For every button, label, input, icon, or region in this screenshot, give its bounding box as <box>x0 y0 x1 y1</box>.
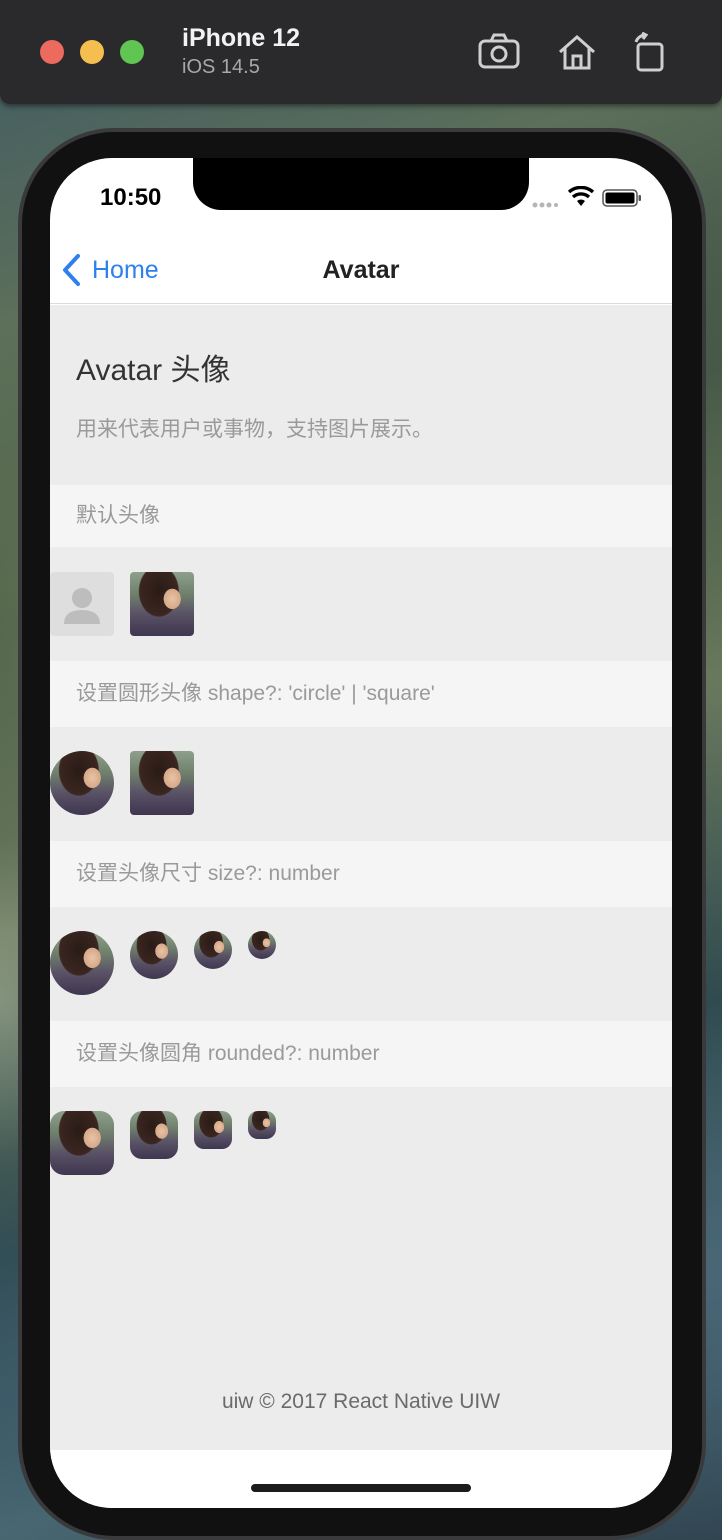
status-indicators <box>530 186 650 210</box>
avatar-rounded-large <box>50 1111 114 1175</box>
avatar-size-small <box>194 931 232 969</box>
simulator-os-version: iOS 14.5 <box>182 56 260 78</box>
page-description: 用来代表用户或事物，支持图片展示。 <box>76 418 433 441</box>
close-window-button[interactable] <box>40 40 64 64</box>
avatar-rounded-tiny <box>248 1111 276 1139</box>
avatar-row-size <box>50 907 672 1021</box>
minimize-window-button[interactable] <box>80 40 104 64</box>
avatar-circle <box>50 751 114 815</box>
home-icon[interactable] <box>555 32 599 72</box>
avatar-demo-page: Avatar 头像 用来代表用户或事物，支持图片展示。 默认头像 设置圆形头像 … <box>50 305 672 1450</box>
page-title: Avatar 头像 <box>76 354 231 387</box>
avatar-rounded-small <box>194 1111 232 1149</box>
avatar-placeholder <box>50 572 114 636</box>
battery-icon <box>602 189 641 207</box>
camera-icon[interactable] <box>477 32 521 72</box>
footer-copyright: uiw © 2017 React Native UIW <box>221 1390 501 1413</box>
nav-title: Avatar <box>322 256 400 284</box>
section-header-default: 默认头像 <box>50 485 672 547</box>
user-icon <box>64 588 100 624</box>
section-header-shape: 设置圆形头像 shape?: 'circle' | 'square' <box>50 661 672 727</box>
avatar-photo <box>130 572 194 636</box>
iphone-screen: 10:50 Home Avatar Avatar 头像 用来代表用户或事物，支持… <box>50 158 672 1508</box>
avatar-rounded-medium <box>130 1111 178 1159</box>
avatar-row-rounded <box>50 1087 672 1201</box>
zoom-window-button[interactable] <box>120 40 144 64</box>
notch <box>193 158 529 210</box>
avatar-size-large <box>50 931 114 995</box>
section-header-size: 设置头像尺寸 size?: number <box>50 841 672 907</box>
cellular-signal-icon <box>532 202 558 208</box>
avatar-size-medium <box>130 931 178 979</box>
status-time: 10:50 <box>100 184 162 211</box>
rotate-icon[interactable] <box>628 31 672 72</box>
safe-area-bottom <box>50 1450 672 1508</box>
home-indicator[interactable] <box>251 1484 471 1492</box>
avatar-row-default <box>50 547 672 661</box>
avatar-size-tiny <box>248 931 276 959</box>
section-header-rounded: 设置头像圆角 rounded?: number <box>50 1021 672 1087</box>
avatar-square <box>130 751 194 815</box>
navigation-bar: Home Avatar <box>50 236 672 304</box>
simulator-device-name: iPhone 12 <box>182 24 301 52</box>
simulator-title-bar: iPhone 12 iOS 14.5 <box>0 0 722 104</box>
wifi-icon <box>568 186 594 206</box>
avatar-row-shape <box>50 727 672 841</box>
